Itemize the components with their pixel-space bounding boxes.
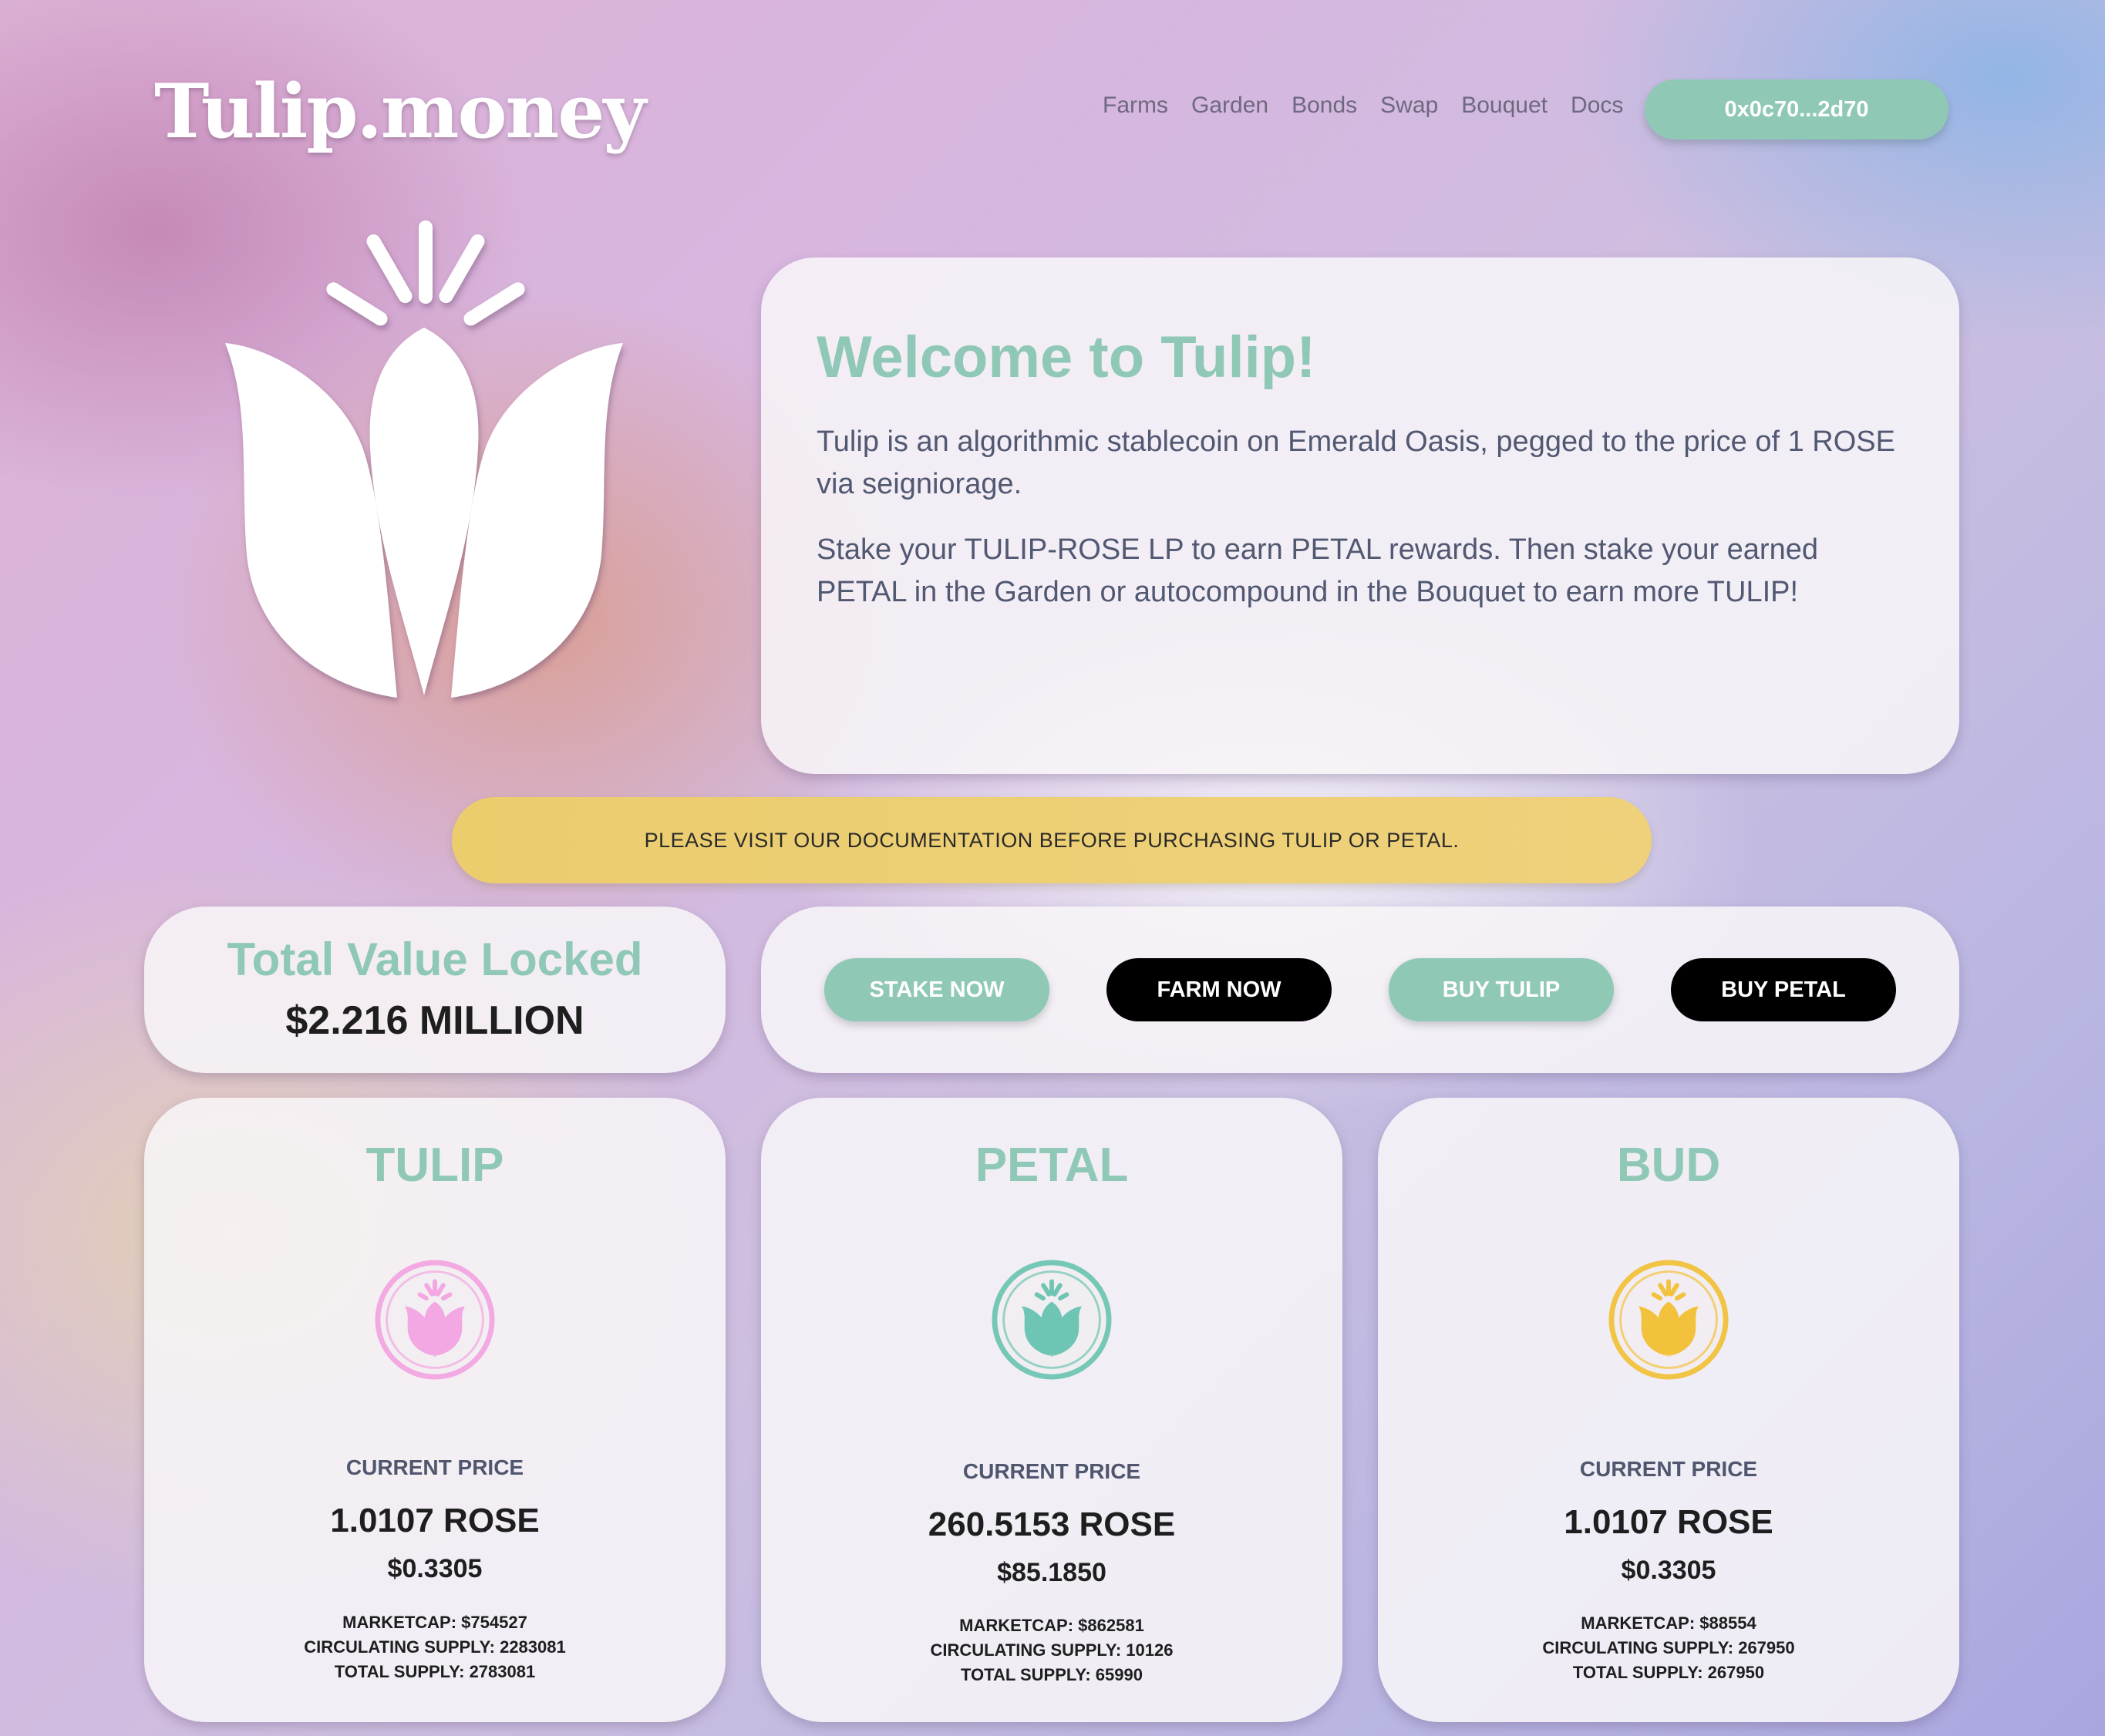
nav-garden[interactable]: Garden [1191, 93, 1268, 119]
welcome-paragraph-2: Stake your TULIP-ROSE LP to earn PETAL r… [817, 533, 1818, 608]
price-usd: $0.3305 [1621, 1556, 1716, 1585]
price-rose: 260.5153 ROSE [928, 1506, 1176, 1543]
actions-card: STAKE NOW FARM NOW BUY TULIP BUY PETAL [761, 907, 1959, 1073]
nav-swap[interactable]: Swap [1380, 93, 1438, 119]
circulating-supply: CIRCULATING SUPPLY: 267950 [1542, 1638, 1795, 1657]
price-label: CURRENT PRICE [1579, 1457, 1758, 1481]
buy-petal-button[interactable]: BUY PETAL [1671, 958, 1896, 1021]
price-rose: 1.0107 ROSE [1564, 1503, 1773, 1541]
token-card-tulip: TULIP CURRENT PRICE 1.0107 ROSE $0.3305 … [144, 1098, 726, 1722]
price-usd: $85.1850 [997, 1558, 1106, 1587]
circulating-supply: CIRCULATING SUPPLY: 2283081 [304, 1637, 566, 1657]
price-usd: $0.3305 [387, 1554, 483, 1583]
tvl-label: Total Value Locked [227, 934, 643, 985]
nav-farms[interactable]: Farms [1103, 93, 1168, 119]
documentation-notice: PLEASE VISIT OUR DOCUMENTATION BEFORE PU… [452, 797, 1652, 883]
total-supply: TOTAL SUPPLY: 65990 [961, 1665, 1143, 1684]
tulip-logo-icon [225, 220, 623, 698]
welcome-card: Welcome to Tulip! Tulip is an algorithmi… [761, 257, 1959, 774]
buy-tulip-button[interactable]: BUY TULIP [1389, 958, 1614, 1021]
petal-token-icon [992, 1260, 1112, 1380]
marketcap: MARKETCAP: $754527 [342, 1613, 527, 1632]
nav-bouquet[interactable]: Bouquet [1461, 93, 1548, 119]
nav-docs[interactable]: Docs [1571, 93, 1623, 119]
price-label: CURRENT PRICE [345, 1455, 524, 1479]
tulip-token-icon [375, 1260, 495, 1380]
welcome-title: Welcome to Tulip! [817, 325, 1316, 390]
price-label: CURRENT PRICE [962, 1459, 1141, 1483]
site-logo[interactable]: Tulip.money [154, 68, 646, 155]
total-supply: TOTAL SUPPLY: 267950 [1572, 1663, 1765, 1682]
tvl-card: Total Value Locked $2.216 MILLION [144, 907, 726, 1073]
circulating-supply: CIRCULATING SUPPLY: 10126 [930, 1640, 1174, 1660]
wallet-button[interactable]: 0x0c70...2d70 [1645, 79, 1948, 140]
token-card-petal: PETAL CURRENT PRICE 260.5153 ROSE $85.18… [761, 1098, 1342, 1722]
main-nav: Farms Garden Bonds Swap Bouquet Docs [1103, 93, 1623, 119]
welcome-paragraph-1: Tulip is an algorithmic stablecoin on Em… [817, 426, 1895, 500]
marketcap: MARKETCAP: $88554 [1581, 1613, 1756, 1633]
token-name: PETAL [975, 1139, 1129, 1192]
bud-token-icon [1608, 1260, 1729, 1380]
tvl-value: $2.216 MILLION [285, 998, 584, 1043]
marketcap: MARKETCAP: $862581 [959, 1616, 1144, 1635]
token-name: BUD [1616, 1139, 1721, 1192]
price-rose: 1.0107 ROSE [330, 1502, 540, 1539]
token-name: TULIP [365, 1139, 504, 1192]
total-supply: TOTAL SUPPLY: 2783081 [334, 1662, 536, 1681]
stake-now-button[interactable]: STAKE NOW [824, 958, 1049, 1021]
nav-bonds[interactable]: Bonds [1292, 93, 1357, 119]
farm-now-button[interactable]: FARM NOW [1106, 958, 1332, 1021]
token-card-bud: BUD CURRENT PRICE 1.0107 ROSE $0.3305 MA… [1378, 1098, 1959, 1722]
